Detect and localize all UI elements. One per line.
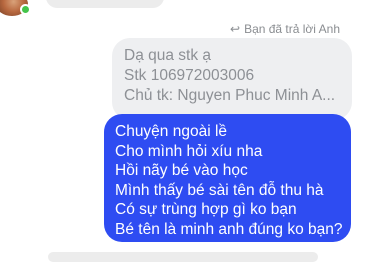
quoted-line: Dạ qua stk ạ	[124, 47, 212, 64]
message-line: Cho mình hỏi xíu nha	[115, 142, 263, 160]
message-line: Bé tên là minh anh đúng ko bạn?	[115, 220, 343, 238]
message-line: Chuyện ngoài lề	[115, 123, 228, 140]
reply-notice: ↩ Bạn đã trả lời Anh	[230, 22, 340, 36]
quoted-line: Chủ tk: Nguyen Phuc Minh A...	[124, 87, 336, 104]
quoted-message-bubble[interactable]: Dạ qua stk ạ Stk 106972003006 Chủ tk: Ng…	[112, 38, 352, 120]
message-line: Mình thấy bé sài tên đỗ thu hà	[115, 181, 324, 199]
quoted-line: Stk 106972003006	[124, 67, 255, 84]
message-line: Có sự trùng hợp gì ko bạn	[115, 201, 297, 218]
reply-arrow-icon: ↩	[230, 22, 241, 36]
sent-message-bubble[interactable]: Chuyện ngoài lề Cho mình hỏi xíu nha Hồi…	[104, 114, 351, 242]
next-message-bubble[interactable]	[48, 252, 318, 262]
message-line: Hồi nãy bé vào học	[115, 162, 248, 179]
previous-message-bubble[interactable]	[46, 0, 164, 8]
reply-notice-text: Bạn đã trả lời Anh	[244, 22, 340, 36]
online-status-indicator	[20, 4, 31, 15]
